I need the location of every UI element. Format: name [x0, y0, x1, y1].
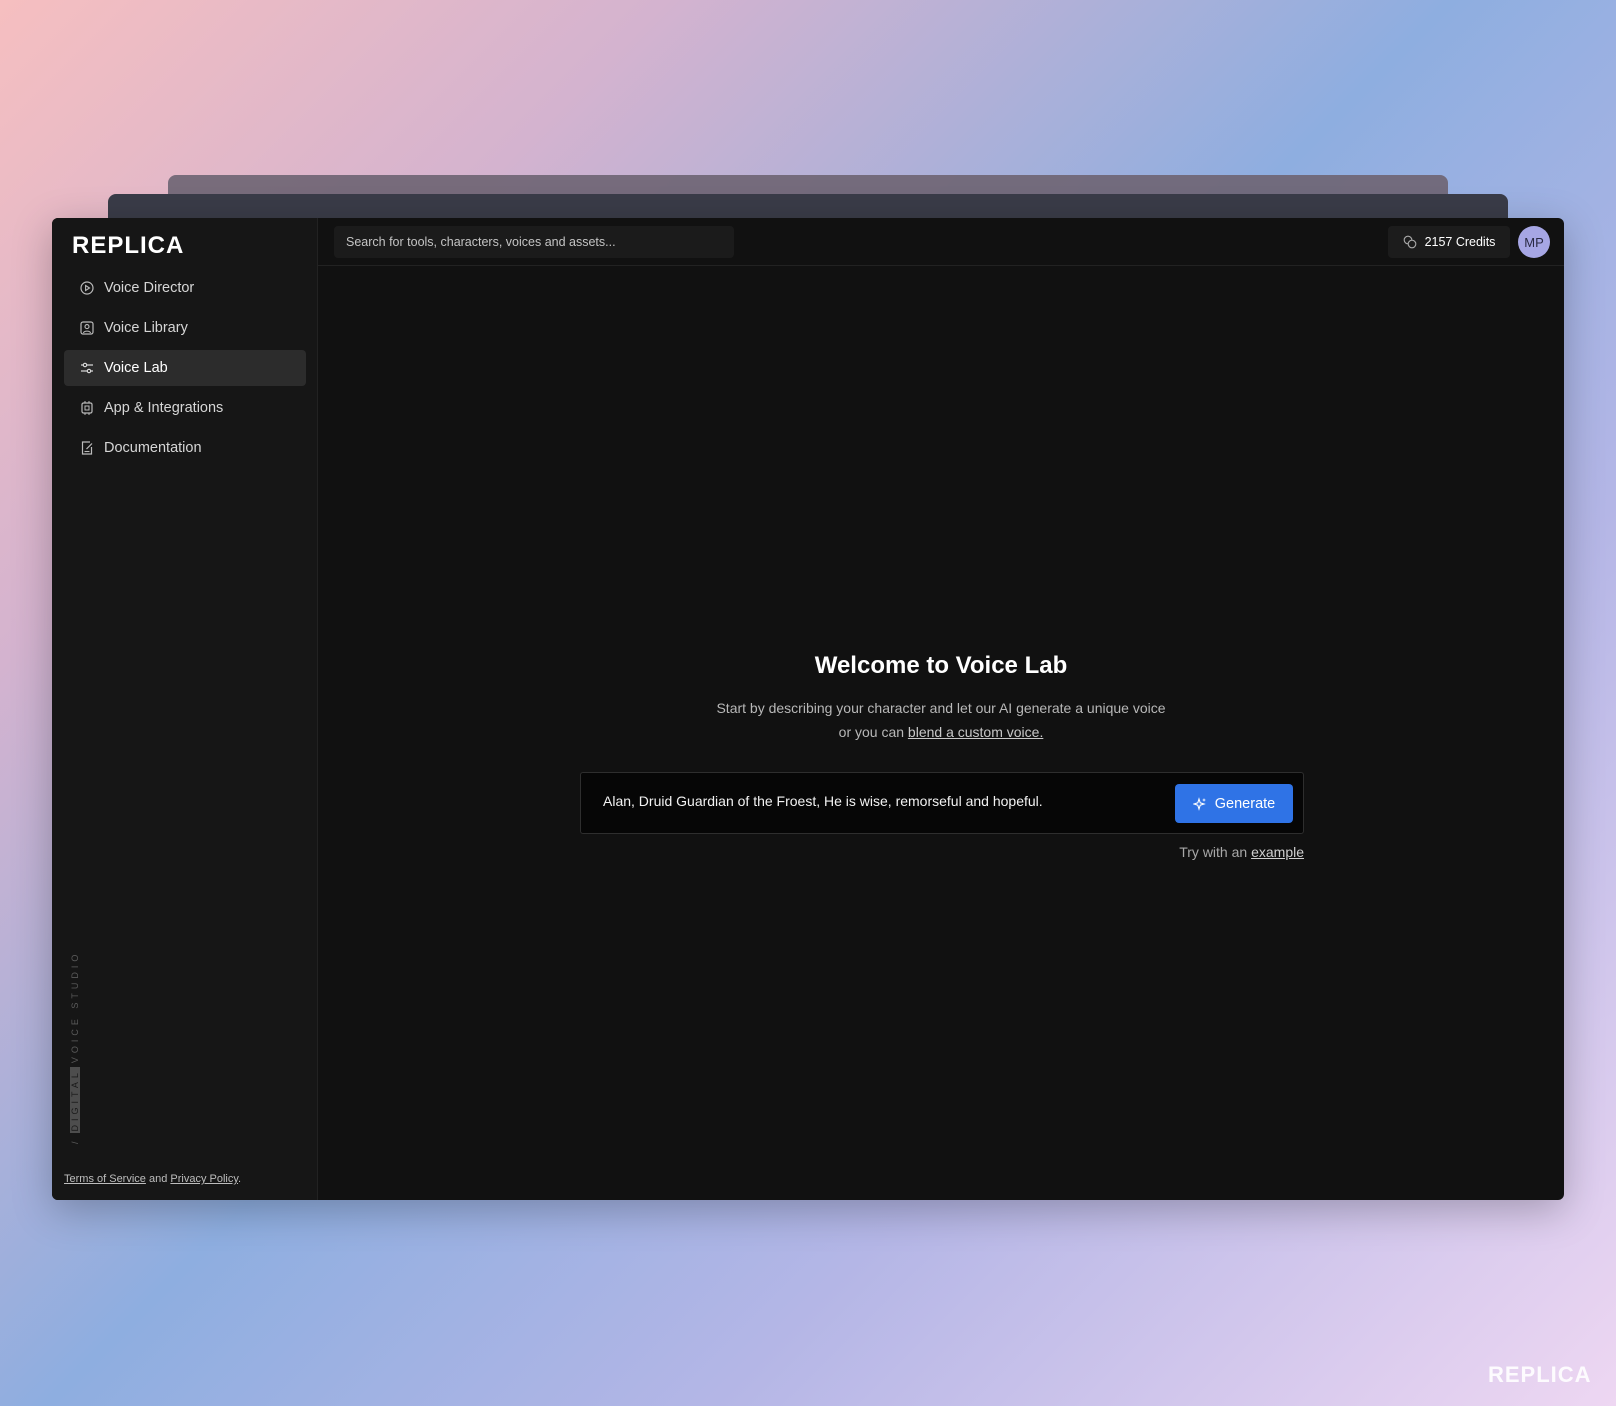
vertical-tag-prefix: / [70, 1137, 80, 1144]
generate-button-label: Generate [1214, 795, 1276, 812]
sliders-icon [80, 361, 94, 375]
avatar[interactable]: MP [1518, 226, 1550, 258]
generate-button[interactable]: Generate [1175, 784, 1293, 823]
legal-and-text: and [145, 1173, 171, 1185]
vertical-brand-tag: / DIGITAL VOICE STUDIO [69, 876, 81, 1144]
coins-icon [1403, 235, 1417, 249]
watermark-logo: REPLICA [1488, 1362, 1592, 1387]
app-logo[interactable]: REPLICA [72, 232, 184, 260]
terms-of-service-link[interactable]: Terms of Service [64, 1173, 146, 1185]
page-title: Welcome to Voice Lab [318, 652, 1564, 680]
sidebar-item-label: App & Integrations [104, 400, 224, 416]
sparkle-icon [1192, 796, 1207, 811]
subtitle-line-2-prefix: or you can [838, 724, 908, 740]
page-subtitle: Start by describing your character and l… [318, 696, 1564, 744]
search-input[interactable] [334, 226, 734, 258]
sidebar-item-label: Voice Lab [104, 360, 168, 376]
legal-end-text: . [238, 1173, 242, 1185]
character-prompt-box[interactable]: Alan, Druid Guardian of the Froest, He i… [580, 772, 1304, 834]
sidebar-item-label: Voice Director [104, 280, 195, 296]
sidebar-item-voice-lab[interactable]: Voice Lab [64, 350, 306, 386]
credits-badge[interactable]: 2157 Credits [1388, 226, 1510, 258]
top-bar: 2157 Credits MP [318, 218, 1564, 266]
main-content: Welcome to Voice Lab Start by describing… [318, 266, 1564, 1200]
privacy-policy-link[interactable]: Privacy Policy [170, 1173, 238, 1185]
app-window: REPLICA Voice Director Voice Library Voi… [52, 218, 1564, 1200]
sidebar-item-voice-director[interactable]: Voice Director [64, 270, 306, 306]
sidebar-item-documentation[interactable]: Documentation [64, 430, 306, 466]
title-prefix: Welcome to [814, 652, 956, 679]
sidebar-item-label: Voice Library [104, 320, 188, 336]
vertical-tag-highlight: DIGITAL [70, 1067, 80, 1134]
chip-icon [80, 401, 94, 415]
title-bold: Voice Lab [955, 652, 1068, 679]
sidebar-nav: Voice Director Voice Library Voice Lab A… [64, 270, 306, 470]
sidebar-item-label: Documentation [104, 440, 202, 456]
sidebar-item-voice-library[interactable]: Voice Library [64, 310, 306, 346]
document-edit-icon [80, 441, 94, 455]
character-description-input[interactable]: Alan, Druid Guardian of the Froest, He i… [603, 793, 1043, 809]
credits-count: 2157 Credits [1424, 235, 1496, 249]
legal-footer: Terms of Service and Privacy Policy. [64, 1173, 241, 1185]
sidebar-item-app-integrations[interactable]: App & Integrations [64, 390, 306, 426]
subtitle-line-1: Start by describing your character and l… [716, 700, 1166, 716]
vertical-tag-rest: VOICE STUDIO [70, 950, 80, 1064]
sidebar: REPLICA Voice Director Voice Library Voi… [52, 218, 318, 1200]
user-square-icon [80, 321, 94, 335]
example-link[interactable]: example [1251, 844, 1304, 860]
play-circle-icon [80, 281, 94, 295]
try-prefix: Try with an [1179, 844, 1252, 860]
try-example-hint: Try with an example [580, 844, 1304, 860]
blend-custom-voice-link[interactable]: blend a custom voice. [908, 724, 1043, 740]
subtitle-line-2: or you can blend a custom voice. [318, 720, 1564, 744]
